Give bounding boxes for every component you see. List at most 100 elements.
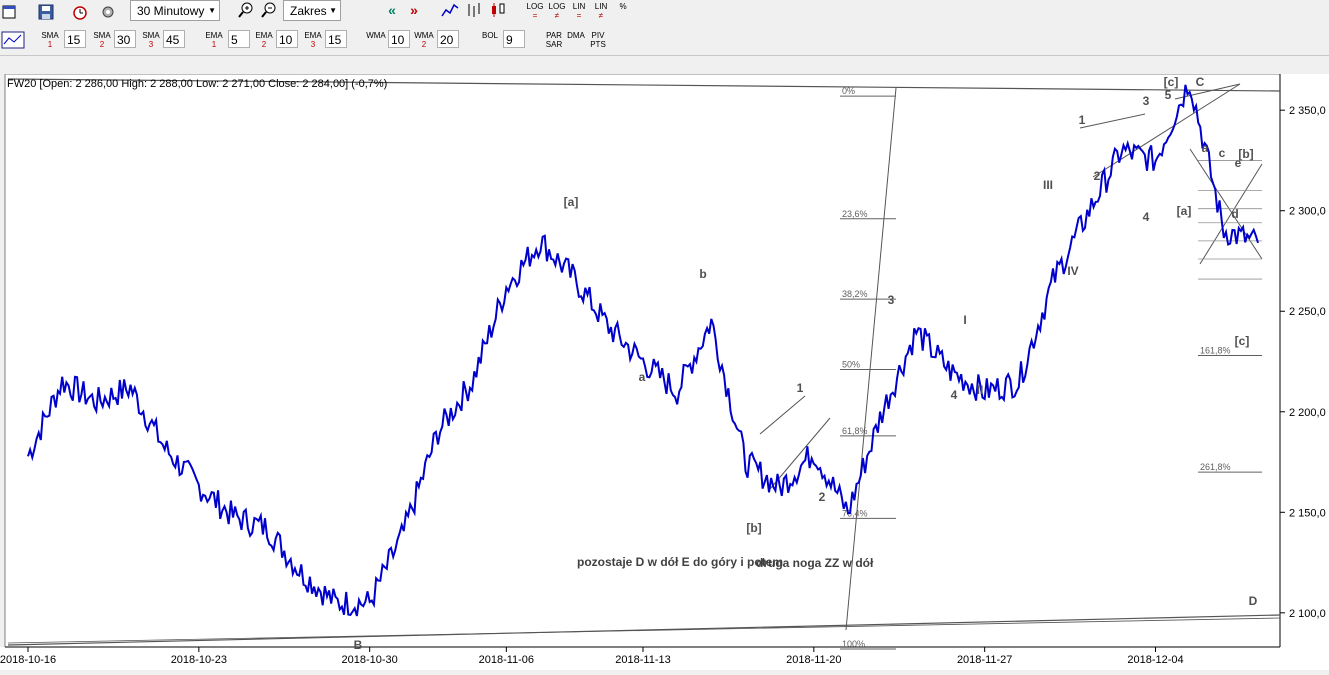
bar-chart-icon[interactable]	[464, 0, 484, 20]
price-chart[interactable]: 2 100,02 150,02 200,02 250,02 300,02 350…	[0, 73, 1329, 670]
indicator-ema-label[interactable]: EMA 1	[204, 31, 224, 49]
indicator-period-input[interactable]: 15	[325, 30, 347, 48]
window-icon[interactable]	[0, 2, 18, 22]
wave-label: [b]	[746, 521, 761, 535]
indicator-sma-label[interactable]: SMA 3	[141, 31, 161, 49]
x-tick-label: 2018-10-16	[0, 654, 56, 666]
indicator-name: WMA	[414, 31, 434, 40]
timer-icon[interactable]	[70, 2, 90, 22]
wave-label: 3	[888, 293, 895, 307]
y-tick-label: 2 200,0	[1289, 407, 1326, 419]
scale-button-label: LOG	[526, 2, 544, 11]
candle-chart-icon[interactable]	[488, 0, 508, 20]
indicator-period-input[interactable]: 45	[163, 30, 185, 48]
wave-label: D	[1249, 594, 1258, 608]
indicator-name: PAR SAR	[545, 31, 563, 49]
scale-button-label: LIN	[572, 2, 586, 11]
indicator-ema-label[interactable]: EMA 2	[254, 31, 274, 49]
scale-button-4[interactable]: %	[613, 2, 633, 11]
wave-label: II	[977, 383, 984, 397]
indicator-number: 2	[421, 40, 427, 49]
wave-label: a	[1202, 141, 1209, 155]
indicator-name: EMA	[205, 31, 223, 40]
scale-button-sub: ≠	[554, 11, 560, 20]
wave-label: I	[963, 313, 966, 327]
save-icon[interactable]	[36, 2, 56, 22]
scale-button-2[interactable]: LIN =	[569, 2, 589, 20]
scale-button-label: %	[619, 2, 627, 11]
indicator-bol-label[interactable]: BOL	[480, 31, 500, 40]
scroll-left-icon[interactable]: «	[382, 0, 402, 20]
zoom-out-icon[interactable]	[259, 0, 279, 20]
main-toolbar: 30 Minutowy ▼ Zakres ▼ « » LOG = LOG ≠ LIN = LIN…	[0, 0, 1329, 27]
wave-label: C	[1196, 75, 1205, 89]
indicator-wma-label[interactable]: WMA	[366, 31, 386, 40]
interval-select[interactable]: 30 Minutowy ▼	[130, 0, 220, 21]
indicator-name: BOL	[481, 31, 498, 40]
y-tick-label: 2 100,0	[1289, 608, 1326, 620]
zoom-in-icon[interactable]	[236, 0, 256, 20]
chart-annotation: pozostaje D w dół E do góry i potem	[577, 555, 783, 569]
indicator-name: EMA	[255, 31, 273, 40]
y-tick-label: 2 150,0	[1289, 507, 1326, 519]
fib-level-label: 50%	[842, 360, 860, 370]
x-tick-label: 2018-10-30	[342, 654, 398, 666]
scale-button-label: LOG	[548, 2, 566, 11]
settings-icon[interactable]	[98, 2, 118, 22]
wave-label: B	[354, 638, 363, 652]
y-tick-label: 2 250,0	[1289, 306, 1326, 318]
scale-button-3[interactable]: LIN ≠	[591, 2, 611, 20]
indicator-sma-label[interactable]: SMA 1	[40, 31, 60, 49]
indicator-sma-label[interactable]: SMA 2	[92, 31, 112, 49]
indicator-period-input[interactable]: 5	[228, 30, 250, 48]
chevron-down-icon: ▼	[208, 6, 216, 15]
wave-label: IV	[1067, 264, 1078, 278]
scale-button-1[interactable]: LOG ≠	[547, 2, 567, 20]
line-chart-icon[interactable]	[440, 0, 460, 20]
x-tick-label: 2018-10-23	[171, 654, 227, 666]
y-tick-label: 2 350,0	[1289, 105, 1326, 117]
wave-label: 3	[1143, 94, 1150, 108]
fib-level-label: 76,4%	[842, 508, 868, 518]
wave-label: III	[1043, 178, 1053, 192]
range-select[interactable]: Zakres ▼	[283, 0, 341, 21]
wave-label: [a]	[564, 195, 579, 209]
indicator-piv-pts-label[interactable]: PIV PTS	[588, 31, 608, 49]
wave-label: d	[1231, 207, 1238, 221]
scale-button-0[interactable]: LOG =	[525, 2, 545, 20]
indicator-name: SMA	[41, 31, 59, 40]
indicator-number: 2	[99, 40, 105, 49]
x-tick-label: 2018-11-13	[615, 654, 670, 666]
x-tick-label: 2018-12-04	[1127, 654, 1183, 666]
indicator-period-input[interactable]: 15	[64, 30, 86, 48]
indicator-name: EMA	[304, 31, 322, 40]
chart-area[interactable]: 2 100,0 2 150,0 2 200,0 2 250,0 2 300,0 2 350…	[0, 73, 1329, 670]
indicator-name: SMA	[93, 31, 111, 40]
wave-label: b	[699, 267, 706, 281]
fib-level-label: 23,6%	[842, 209, 868, 219]
indicator-period-input[interactable]: 20	[437, 30, 459, 48]
wave-label: e	[1235, 156, 1242, 170]
chart-tool-icon[interactable]	[0, 30, 26, 50]
fib-level-label: 0%	[842, 86, 855, 96]
indicator-number: 2	[261, 40, 267, 49]
fib-level-label: 38,2%	[842, 289, 868, 299]
wave-label: 2	[1094, 169, 1101, 183]
y-axis-panel	[1280, 74, 1329, 647]
indicator-period-input[interactable]: 10	[388, 30, 410, 48]
wave-label: 4	[1143, 210, 1150, 224]
indicator-period-input[interactable]: 10	[276, 30, 298, 48]
indicator-dma-label[interactable]: DMA	[566, 31, 586, 40]
wave-label: 2	[819, 490, 826, 504]
wave-label: [c]	[1164, 75, 1179, 89]
indicator-number: 3	[148, 40, 154, 49]
indicator-period-input[interactable]: 30	[114, 30, 136, 48]
wave-label: 1	[1079, 113, 1086, 127]
scroll-right-icon[interactable]: »	[404, 0, 424, 20]
fib-level-label: 61,8%	[842, 426, 868, 436]
indicator-ema-label[interactable]: EMA 3	[303, 31, 323, 49]
indicator-wma-label[interactable]: WMA 2	[414, 31, 434, 49]
fib-level-label: 100%	[842, 639, 865, 649]
indicator-period-input[interactable]: 9	[503, 30, 525, 48]
indicator-par-sar-label[interactable]: PAR SAR	[544, 31, 564, 49]
